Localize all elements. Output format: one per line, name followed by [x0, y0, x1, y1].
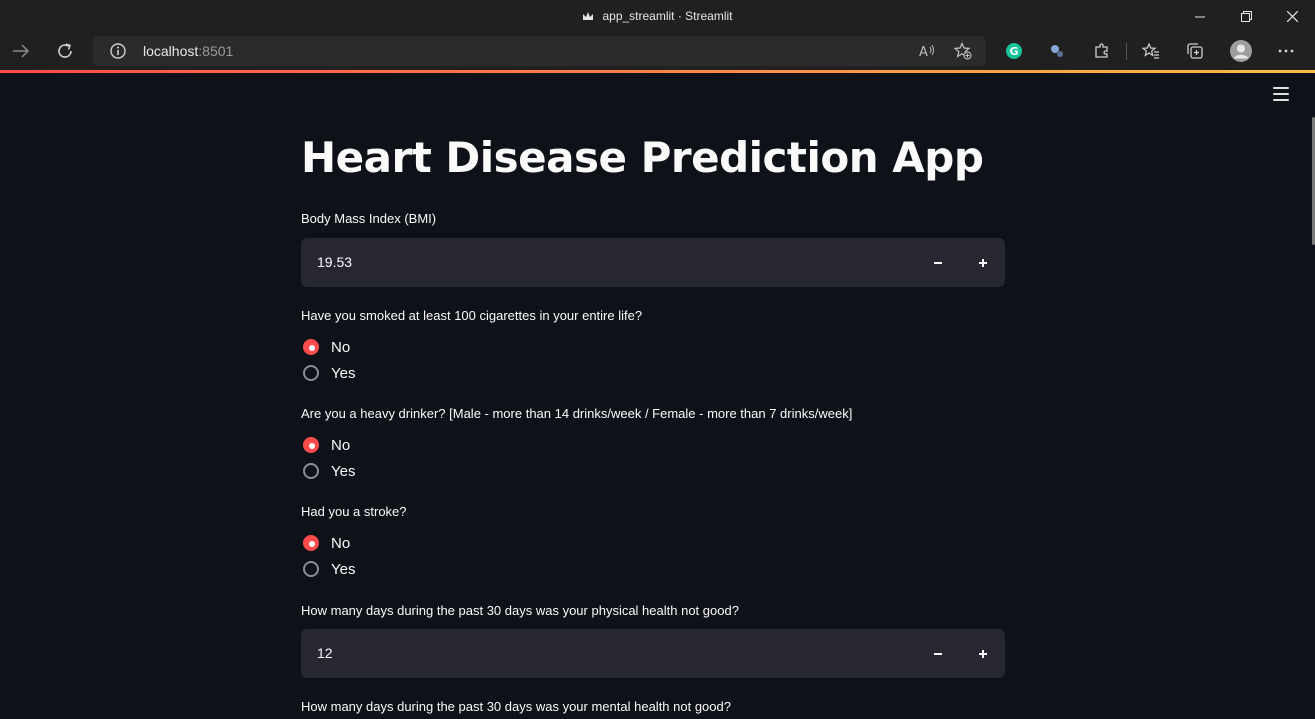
grammarly-extension-icon[interactable]: G — [1004, 41, 1024, 61]
avatar-icon — [1230, 40, 1252, 62]
window-title-bar: app_streamlit · Streamlit — [0, 0, 1315, 33]
streamlit-decoration-bar — [0, 70, 1315, 73]
url-text: localhost:8501 — [143, 43, 234, 59]
profile-avatar[interactable] — [1230, 40, 1252, 62]
minus-icon — [934, 652, 942, 655]
forward-button[interactable] — [7, 37, 35, 65]
radio-unselected-icon[interactable] — [303, 365, 319, 381]
svg-text:A: A — [919, 45, 928, 60]
more-options-icon[interactable] — [1276, 41, 1296, 61]
radio-selected-icon[interactable] — [303, 535, 319, 551]
radio-selected-icon[interactable] — [303, 339, 319, 355]
hamburger-menu-icon[interactable] — [1273, 87, 1289, 101]
drinking-option-no[interactable]: No — [303, 435, 350, 455]
window-title: app_streamlit · Streamlit — [602, 9, 733, 23]
radio-selected-icon[interactable] — [303, 437, 319, 453]
minimize-button[interactable] — [1177, 0, 1223, 33]
site-info-icon[interactable] — [110, 43, 126, 59]
stroke-option-no[interactable]: No — [303, 533, 350, 553]
minimize-icon — [1195, 16, 1205, 17]
drinking-option-yes[interactable]: Yes — [303, 461, 355, 481]
refresh-button[interactable] — [51, 37, 79, 65]
bmi-label: Body Mass Index (BMI) — [301, 211, 437, 226]
refresh-icon — [58, 43, 72, 58]
collections-icon[interactable] — [1185, 41, 1205, 61]
arrow-right-icon — [13, 44, 30, 58]
stroke-label: Had you a stroke? — [301, 504, 407, 519]
extensions-puzzle-icon[interactable] — [1092, 41, 1112, 61]
physical-health-increment-button[interactable] — [961, 629, 1005, 678]
page-title: Heart Disease Prediction App — [301, 133, 984, 182]
radio-unselected-icon[interactable] — [303, 561, 319, 577]
favorites-icon[interactable] — [1141, 41, 1161, 61]
radio-unselected-icon[interactable] — [303, 463, 319, 479]
minus-icon — [934, 261, 942, 264]
stroke-option-yes[interactable]: Yes — [303, 559, 355, 579]
svg-text:G: G — [1010, 45, 1019, 58]
physical-health-label: How many days during the past 30 days wa… — [301, 603, 739, 618]
physical-health-value[interactable]: 12 — [317, 645, 333, 661]
mental-health-label: How many days during the past 30 days wa… — [301, 699, 731, 714]
restore-icon — [1240, 11, 1252, 22]
plus-icon — [979, 649, 987, 658]
physical-health-number-input[interactable]: 12 — [301, 629, 1005, 678]
close-button[interactable] — [1269, 0, 1315, 33]
smoking-label: Have you smoked at least 100 cigarettes … — [301, 308, 643, 323]
address-bar[interactable]: localhost:8501 A — [93, 36, 986, 66]
smoking-option-yes[interactable]: Yes — [303, 363, 355, 383]
read-aloud-icon[interactable]: A — [918, 42, 936, 60]
smoking-option-no[interactable]: No — [303, 337, 350, 357]
bmi-decrement-button[interactable] — [916, 238, 960, 287]
plus-icon — [979, 258, 987, 267]
physical-health-decrement-button[interactable] — [916, 629, 960, 678]
bmi-value[interactable]: 19.53 — [317, 254, 352, 270]
bmi-increment-button[interactable] — [961, 238, 1005, 287]
restore-button[interactable] — [1223, 0, 1269, 33]
bmi-number-input[interactable]: 19.53 — [301, 238, 1005, 287]
add-favorite-icon[interactable] — [954, 42, 972, 60]
extension-icon[interactable] — [1047, 41, 1067, 61]
toolbar-divider — [1126, 43, 1127, 60]
streamlit-crown-icon — [583, 12, 594, 20]
browser-toolbar: localhost:8501 A G — [0, 33, 1315, 70]
drinking-label: Are you a heavy drinker? [Male - more th… — [301, 406, 853, 421]
close-icon — [1286, 11, 1298, 22]
